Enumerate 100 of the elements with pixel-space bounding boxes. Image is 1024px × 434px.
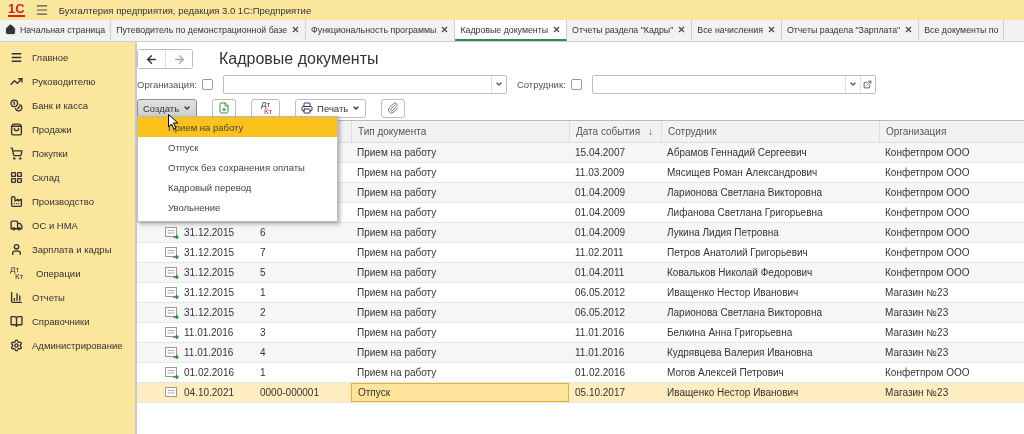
- filter-field[interactable]: [222, 74, 507, 94]
- date-cell: 01.02.2016: [137, 363, 254, 382]
- open-window-icon: [863, 79, 873, 89]
- sidebar-item[interactable]: Банк и касса: [0, 93, 135, 117]
- sidebar-item[interactable]: Отчеты: [0, 285, 135, 309]
- factory-icon: [10, 194, 23, 208]
- table-row[interactable]: 31.12.2015 2 Прием на работу 06.05.2012 Ларионова Светлана Викторовна Магазин №23: [137, 303, 1024, 323]
- sidebar-item[interactable]: Производство: [0, 189, 135, 213]
- organization-cell-text: Конфетпром ООО: [884, 206, 971, 220]
- close-icon[interactable]: [291, 25, 301, 34]
- date-cell-text: 11.03.2009: [574, 166, 626, 180]
- filter-checkbox[interactable]: [570, 78, 582, 90]
- date-cell-text: 01.04.2011: [574, 266, 626, 280]
- organization-cell-text: Конфетпром ООО: [884, 246, 971, 260]
- filter-label: Сотрудник:: [516, 78, 566, 90]
- home-icon: [5, 24, 16, 35]
- organization-cell-text: Конфетпром ООО: [884, 186, 971, 200]
- menu-item[interactable]: Отпуск: [138, 137, 337, 157]
- table-row[interactable]: 11.01.2016 4 Прием на работу 11.01.2016 Кудрявцева Валерия Ивановна Магазин №23: [137, 343, 1024, 363]
- date-cell-text: 11.02.2011: [574, 246, 625, 260]
- employee-cell-text: Ларионова Светлана Викторовна: [666, 186, 824, 200]
- column-header[interactable]: Сотрудник: [661, 121, 879, 142]
- type-cell-text: Прием на работу: [356, 366, 438, 380]
- attach-button[interactable]: [381, 98, 406, 118]
- close-icon[interactable]: [440, 25, 450, 34]
- date-cell: 31.12.2015: [137, 263, 254, 282]
- number-cell-text: 5: [259, 266, 267, 280]
- date-cell-text: 01.02.2016: [574, 366, 627, 380]
- sidebar-item[interactable]: Справочники: [0, 309, 135, 333]
- number-cell-text: 6: [259, 226, 267, 240]
- type-cell-text: Прием на работу: [356, 326, 438, 340]
- close-icon[interactable]: [677, 25, 687, 34]
- organization-cell-text: Магазин №23: [884, 286, 950, 300]
- column-header[interactable]: Тип документа: [351, 121, 569, 142]
- organization-cell-text: Конфетпром ООО: [884, 266, 971, 280]
- date-cell-text: 11.01.2016: [574, 326, 626, 340]
- organization-cell-text: Конфетпром ООО: [884, 166, 971, 180]
- number-cell-text: 3: [259, 326, 267, 340]
- print-button[interactable]: Печать: [295, 98, 367, 118]
- dropdown-button[interactable]: [490, 75, 506, 93]
- date-cell-text: 06.05.2012: [574, 286, 627, 300]
- organization-cell-text: Конфетпром ООО: [884, 146, 971, 160]
- window-title: Бухгалтерия предприятия, редакция 3.0 1С:Предприятие: [58, 4, 312, 16]
- table-row[interactable]: 04.10.2021 0000-000001 Отпуск 05.10.2017 Иващенко Нестор Иванович Магазин №23: [137, 383, 1024, 403]
- employee-cell-text: Иващенко Нестор Иванович: [666, 386, 800, 400]
- type-cell-text: Прием на работу: [356, 246, 438, 260]
- filter-field[interactable]: [591, 74, 876, 94]
- paperclip-icon: [387, 102, 400, 114]
- sidebar-item[interactable]: Главное: [0, 45, 135, 69]
- close-icon[interactable]: [766, 25, 776, 34]
- chart-icon: [10, 290, 23, 304]
- organization-cell-text: Магазин №23: [884, 326, 950, 340]
- bag-icon: [10, 122, 23, 136]
- sidebar-item[interactable]: Администрирование: [0, 333, 135, 357]
- menu-item[interactable]: Отпуск без сохранения оплаты: [138, 157, 337, 177]
- menu-item[interactable]: Кадровый перевод: [138, 177, 337, 197]
- printer-icon: [301, 102, 314, 114]
- table-row[interactable]: 31.12.2015 6 Прием на работу 01.04.2009 Лукина Лидия Петровна Конфетпром ООО: [137, 223, 1024, 243]
- date-cell: 31.12.2015: [137, 223, 254, 242]
- organization-cell-text: Магазин №23: [884, 306, 950, 320]
- column-header[interactable]: Дата события ↓: [569, 121, 661, 142]
- organization-cell-text: Конфетпром ООО: [884, 226, 971, 240]
- date-cell: 11.01.2016: [137, 323, 254, 342]
- tab[interactable]: Кадровые документы: [455, 20, 568, 41]
- employee-cell-text: Белкина Анна Григорьевна: [666, 326, 794, 340]
- date-cell-text: 01.04.2009: [574, 206, 627, 220]
- settings-icon: [10, 338, 23, 352]
- filter-label: Организация:: [137, 78, 197, 90]
- employee-cell-text: Лукина Лидия Петровна: [666, 226, 780, 240]
- employee-cell-text: Лифанова Светлана Григорьевна: [666, 206, 824, 220]
- type-cell-text: Прием на работу: [356, 306, 438, 320]
- number-cell-text: 1: [259, 286, 267, 300]
- coin-icon: [10, 98, 23, 112]
- column-header[interactable]: Организация: [879, 121, 1024, 142]
- type-cell-text: Прием на работу: [356, 226, 438, 240]
- employee-cell-text: Петров Анатолий Григорьевич: [666, 246, 809, 260]
- date-cell-text: 06.05.2012: [574, 306, 627, 320]
- close-icon[interactable]: [904, 25, 914, 34]
- menu-icon[interactable]: [34, 3, 49, 17]
- close-icon[interactable]: [552, 25, 562, 34]
- document-icon: [165, 386, 179, 399]
- menu-item[interactable]: Увольнение: [138, 197, 337, 217]
- menu-item[interactable]: Прием на работу: [138, 117, 337, 137]
- sidebar-item[interactable]: Продажи: [0, 117, 135, 141]
- number-cell-text: 0000-000001: [259, 386, 320, 400]
- date-cell-text: 15.04.2007: [574, 146, 627, 160]
- sidebar-item[interactable]: Зарплата и кадры: [0, 237, 135, 261]
- sidebar-item[interactable]: Руководителю: [0, 69, 135, 93]
- arrow-right-icon: [172, 52, 186, 66]
- table-row[interactable]: 31.12.2015 5 Прием на работу 01.04.2011 Ковальков Николай Федорович Конфетпром ООО: [137, 263, 1024, 283]
- organization-cell-text: Магазин №23: [884, 346, 950, 360]
- type-cell-text: Прием на работу: [356, 186, 438, 200]
- filter-checkbox[interactable]: [201, 78, 213, 90]
- sidebar-item[interactable]: ОС и НМА: [0, 213, 135, 237]
- app-logo: 1С: [8, 3, 25, 17]
- sidebar-item[interactable]: Склад: [0, 165, 135, 189]
- sidebar-item[interactable]: Дт Кт Операции: [0, 261, 135, 285]
- sidebar-item[interactable]: Покупки: [0, 141, 135, 165]
- menu-icon: [10, 50, 23, 64]
- type-cell-text: Прием на работу: [356, 346, 438, 360]
